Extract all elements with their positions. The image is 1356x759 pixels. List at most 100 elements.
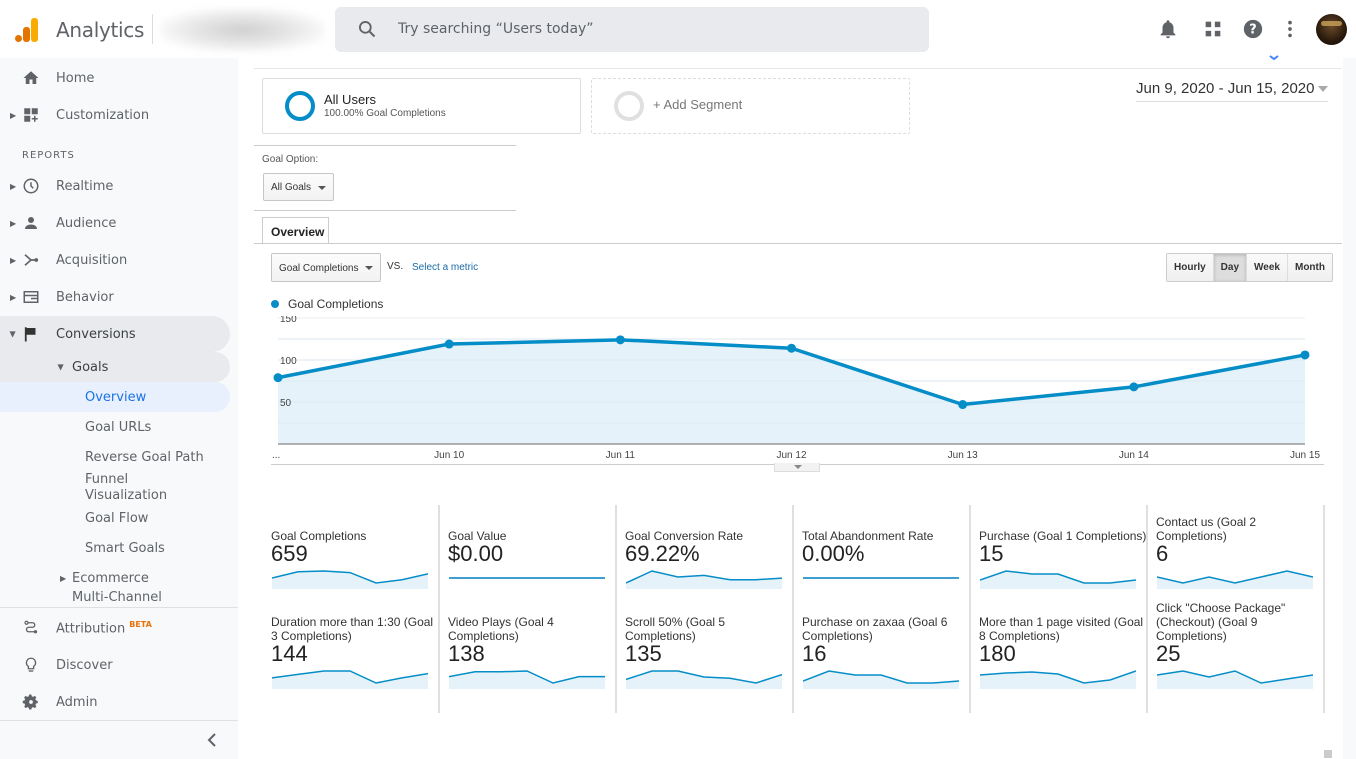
sidebar-item-goals[interactable]: ▶ Goals [0,352,230,382]
analytics-logo-icon[interactable] [14,17,40,43]
sidebar-item-discover[interactable]: Discover [0,647,230,683]
data-point[interactable] [787,343,796,353]
hourly-button[interactable]: Hourly [1167,254,1214,281]
scorecard-value: 659 [271,541,308,566]
sidebar-item-realtime[interactable]: ▶ Realtime [0,168,230,204]
date-range-picker[interactable]: Jun 9, 2020 - Jun 15, 2020 [1136,80,1328,102]
sidebar-item-label: Acquisition [56,252,128,268]
scorecard[interactable]: More than 1 page visited (Goal 8 Complet… [971,605,1148,713]
sidebar-item-attribution[interactable]: Attribution BETA [0,610,230,646]
caret-down-icon [365,266,373,270]
add-segment-button[interactable]: + Add Segment [591,78,910,134]
scorecard[interactable]: Contact us (Goal 2 Completions) 6 [1148,505,1325,613]
collapse-arrow-icon: ▶ [8,330,18,338]
scorecard[interactable]: Scroll 50% (Goal 5 Completions) 135 [617,605,794,713]
sidebar-item-smart-goals[interactable]: Smart Goals [0,533,230,563]
sidebar-item-audience[interactable]: ▶ Audience [0,205,230,241]
sparkline [626,670,782,689]
goal-option-select[interactable]: All Goals [263,173,334,201]
help-icon[interactable]: ? [1242,18,1264,40]
sidebar-item-reverse-goal-path[interactable]: Reverse Goal Path [0,442,230,472]
clock-icon [23,178,39,194]
tab-overview[interactable]: Overview [262,217,329,244]
chevron-down-icon[interactable] [1268,54,1280,62]
goal-completions-chart[interactable]: 50 100 150... Jun 10 Jun 11 Jun 12 Jun 13 Jun 1… [260,316,1330,466]
sparkline-area [272,671,428,689]
sidebar: Home ▶ Customization REPORTS ▶ Realtime … [0,58,238,759]
sparkline [980,570,1136,589]
sparkline [1157,670,1313,689]
segment-all-users[interactable]: All Users 100.00% Goal Completions [262,78,581,134]
scorecard[interactable]: Goal Value $0.00 [440,505,617,613]
scorecard[interactable]: Goal Completions 659 [263,505,440,613]
sparkline-area [1157,571,1313,589]
avatar[interactable] [1316,14,1347,45]
tab-divider [254,243,1342,244]
divider [152,14,153,44]
sparkline [803,577,959,579]
apps-grid-icon[interactable] [1202,18,1224,40]
app-title[interactable]: Analytics [56,18,144,42]
month-button[interactable]: Month [1287,254,1332,281]
data-point[interactable] [958,400,968,410]
search-icon [359,21,376,38]
bell-icon[interactable] [1157,18,1179,40]
sparkline-area [272,571,428,589]
data-point[interactable] [273,373,283,383]
scorecard[interactable]: Purchase (Goal 1 Completions) 15 [971,505,1148,613]
scorecard[interactable]: Goal Conversion Rate 69.22% [617,505,794,613]
metric-select-value: Goal Completions [279,263,359,274]
chevron-left-icon[interactable] [205,732,219,748]
account-selector[interactable] [160,8,325,52]
scorecard[interactable]: Purchase on zaxaa (Goal 6 Completions) 16 [794,605,971,713]
data-point[interactable] [1129,382,1139,392]
scorecard[interactable]: Video Plays (Goal 4 Completions) 138 [440,605,617,713]
segment-ring-icon [285,91,315,121]
data-point[interactable] [444,339,454,349]
sidebar-item-goal-urls[interactable]: Goal URLs [0,412,230,442]
week-button[interactable]: Week [1247,254,1288,281]
x-tick-label: Jun 11 [606,450,636,461]
sidebar-item-admin[interactable]: Admin [0,684,230,720]
sidebar-item-label: Overview [85,389,147,405]
sidebar-item-goal-flow[interactable]: Goal Flow [0,503,230,533]
search-input[interactable]: Try searching “Users today” [335,7,929,52]
sidebar-item-label: Goal Flow [85,510,149,526]
scorecard-value: 144 [271,641,308,666]
attribution-label: Attribution [56,621,126,637]
metric-select[interactable]: Goal Completions [271,253,381,282]
attribution-icon [24,620,38,634]
scorecard[interactable]: Click "Choose Package" (Checkout) (Goal … [1148,601,1325,713]
sidebar-item-funnel-visualization[interactable]: Funnel Visualization [0,471,230,505]
sidebar-item-label: Ecommerce [72,570,149,586]
segment-sub: 100.00% Goal Completions [324,108,446,119]
data-point[interactable] [1300,350,1310,360]
sidebar-item-home[interactable]: Home [0,60,230,96]
x-tick-label: Jun 14 [1119,450,1149,461]
resize-handle[interactable] [1324,750,1332,758]
sidebar-item-multi-channel[interactable]: Multi-Channel [0,588,230,606]
scorecard[interactable]: Total Abandonment Rate 0.00% [794,505,971,613]
day-button[interactable]: Day [1213,254,1248,281]
sparkline-area [1157,671,1313,689]
sidebar-item-goals-overview[interactable]: Overview [0,382,230,412]
scorecards-row: Goal Completions 659 Goal Value $0.00 Goal C… [263,505,1326,613]
legend-dot-icon [271,300,279,308]
sidebar-item-behavior[interactable]: ▶ Behavior [0,279,230,315]
chart-legend[interactable]: Goal Completions [271,297,383,311]
sidebar-item-label: Goal URLs [85,419,152,435]
scorecard-value: 15 [979,541,1004,566]
sidebar-item-conversions[interactable]: ▶ Conversions [0,316,230,352]
scorecard[interactable]: Duration more than 1:30 (Goal 3 Completi… [263,605,440,713]
select-metric-link[interactable]: Select a metric [412,262,478,273]
chart-expand-handle[interactable] [774,463,820,472]
divider [254,210,516,211]
segment-ring-icon [614,91,644,121]
acquisition-icon [24,254,39,266]
sidebar-item-customization[interactable]: ▶ Customization [0,97,230,133]
data-point[interactable] [615,335,625,345]
scorecard-value: 25 [1156,641,1181,666]
sidebar-item-acquisition[interactable]: ▶ Acquisition [0,242,230,278]
divider [0,607,238,608]
more-vert-icon[interactable] [1279,18,1301,40]
